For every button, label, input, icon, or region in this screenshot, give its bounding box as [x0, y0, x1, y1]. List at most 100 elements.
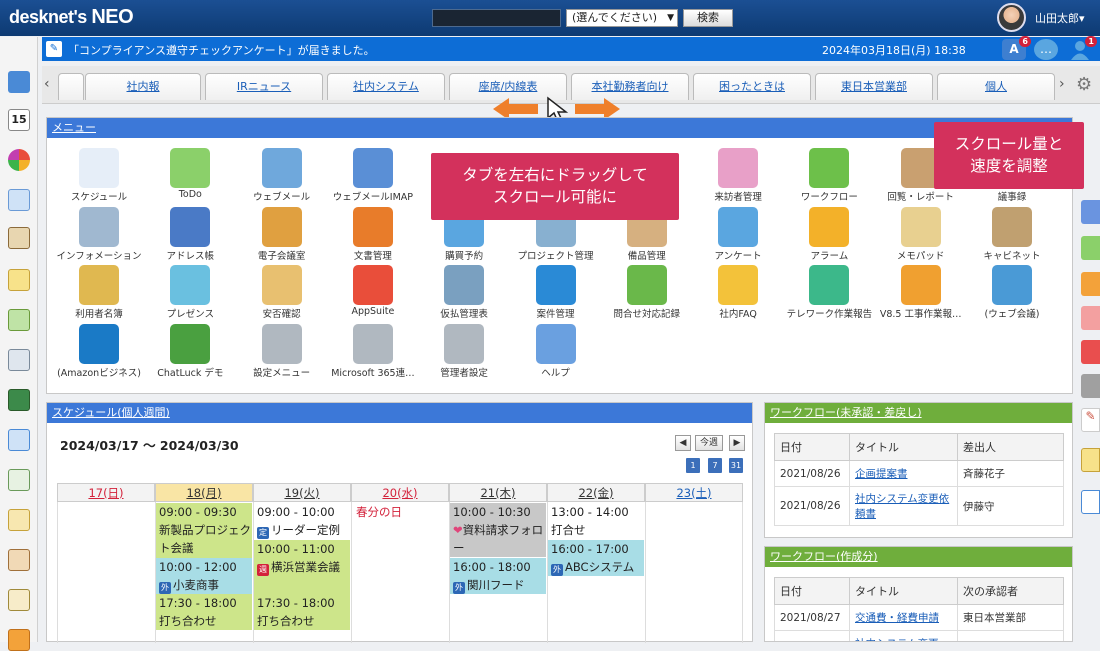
tab-ir-news[interactable]: IRニュース — [205, 73, 323, 100]
menu-item[interactable]: ヘルプ — [511, 323, 601, 380]
day-header-thu[interactable]: 21(木) — [449, 483, 547, 502]
memo-icon[interactable] — [8, 269, 30, 291]
tab-hq-staff[interactable]: 本社勤務者向け — [571, 73, 689, 100]
cabinet-icon[interactable] — [8, 549, 30, 571]
day-header-tue[interactable]: 19(火) — [253, 483, 351, 502]
menu-title[interactable]: メニュー — [47, 118, 1072, 138]
menu-item[interactable]: 仮払管理表 — [419, 265, 509, 321]
chat-icon[interactable]: … — [1034, 39, 1058, 60]
menu-item[interactable]: 文書管理 — [328, 206, 418, 263]
notepad-icon[interactable] — [8, 589, 30, 611]
schedule-event[interactable]: 17:30 - 18:00 打ち合わせ — [156, 594, 252, 630]
conference-icon[interactable] — [8, 469, 30, 491]
table-row[interactable]: 社内システム変更 — [774, 630, 1064, 641]
menu-item[interactable]: スケジュール — [54, 148, 144, 204]
appsuite-icon[interactable] — [8, 149, 30, 171]
schedule-event[interactable]: 16:00 - 18:00 外関川フード — [450, 558, 546, 594]
tab-company-news[interactable]: 社内報 — [85, 73, 201, 100]
table-row[interactable]: 2021/08/26 企画提案書 斉藤花子 — [774, 460, 1064, 487]
clipboard-icon[interactable] — [8, 227, 30, 249]
search-input[interactable] — [432, 9, 561, 27]
menu-item[interactable]: アンケート — [693, 206, 783, 263]
next-week-button[interactable]: ▶ — [729, 435, 745, 451]
calendar-icon[interactable]: 15 — [8, 109, 30, 131]
menu-item[interactable]: 案件管理 — [511, 265, 601, 321]
chevron-left-icon[interactable]: ‹ — [44, 76, 50, 92]
day-header-sun[interactable]: 17(日) — [57, 483, 155, 502]
menu-item[interactable]: インフォメーション — [54, 206, 144, 263]
documents-icon[interactable] — [8, 389, 30, 411]
day-header-mon[interactable]: 18(月) — [155, 483, 253, 502]
schedule-event[interactable]: 09:00 - 10:00 定リーダー定例 — [254, 503, 350, 539]
chevron-right-icon[interactable]: › — [1059, 76, 1065, 92]
schedule-event[interactable]: 17:30 - 18:00 打ち合わせ — [254, 594, 350, 630]
day-column[interactable] — [645, 502, 743, 643]
schedule-event[interactable]: 13:00 - 14:00 打合せ — [548, 503, 644, 539]
day-header-fri[interactable]: 22(金) — [547, 483, 645, 502]
day-header-wed[interactable]: 20(水) — [351, 483, 449, 502]
menu-item[interactable]: ToDo — [145, 148, 235, 204]
menu-item[interactable]: V8.5 工事作業報… — [876, 265, 966, 321]
pencil-icon[interactable]: ✎ — [1081, 408, 1100, 432]
day-header-sat[interactable]: 23(土) — [645, 483, 743, 502]
menu-item[interactable]: 来訪者管理 — [693, 148, 783, 204]
color-tag[interactable] — [1081, 200, 1100, 224]
menu-item[interactable]: ワークフロー — [784, 148, 874, 204]
menu-item[interactable]: 社内FAQ — [693, 265, 783, 321]
menu-item[interactable]: ウェブメールIMAP — [328, 148, 418, 204]
gear-icon[interactable]: ⚙ — [1076, 74, 1092, 95]
menu-item[interactable]: (Amazonビジネス) — [54, 323, 144, 380]
menu-item[interactable]: 管理者設定 — [419, 323, 509, 380]
workflow-created-title[interactable]: ワークフロー(作成分) — [765, 547, 1072, 567]
this-week-button[interactable]: 今週 — [695, 435, 723, 451]
week-view-icon[interactable]: 7 — [708, 458, 722, 473]
day-view-icon[interactable]: 1 — [686, 458, 700, 473]
menu-item[interactable]: プレゼンス — [145, 265, 235, 321]
table-row[interactable]: 2021/08/26 社内システム変更依頼書 伊藤守 — [774, 486, 1064, 526]
tab-internal-system[interactable]: 社内システム — [327, 73, 445, 100]
month-view-icon[interactable]: 31 — [729, 458, 743, 473]
person-icon[interactable]: 1 — [1068, 36, 1097, 60]
menu-item[interactable]: 利用者名簿 — [54, 265, 144, 321]
schedule-event[interactable]: 16:00 - 17:00 外 ABCシステム — [548, 540, 644, 576]
portal-icon[interactable] — [8, 71, 30, 93]
menu-item[interactable]: 安否確認 — [237, 265, 327, 321]
color-tag[interactable] — [1081, 306, 1100, 330]
schedule-event[interactable]: 10:00 - 12:00 外小麦商事 — [156, 558, 252, 594]
workflow-pending-title[interactable]: ワークフロー(未承認・差戻し) — [765, 403, 1072, 423]
tab-east-sales[interactable]: 東日本営業部 — [815, 73, 933, 100]
search-button[interactable]: 検索 — [683, 9, 733, 27]
translate-icon[interactable]: A6 — [1002, 36, 1031, 60]
day-column[interactable] — [57, 502, 155, 643]
menu-item[interactable]: メモパッド — [876, 206, 966, 263]
tab-personal[interactable]: 個人 — [937, 73, 1055, 100]
menu-item[interactable]: テレワーク作業報告 — [784, 265, 874, 321]
schedule-title[interactable]: スケジュール(個人週間) — [47, 403, 752, 423]
mail-icon[interactable] — [8, 429, 30, 451]
alert-icon[interactable] — [8, 629, 30, 651]
menu-item[interactable]: ウェブメール — [237, 148, 327, 204]
user-list-icon[interactable] — [8, 509, 30, 531]
menu-item[interactable]: キャビネット — [967, 206, 1057, 263]
color-tag[interactable] — [1081, 374, 1100, 398]
table-row[interactable]: 2021/08/27 交通費・経費申請 東日本営業部 — [774, 604, 1064, 631]
menu-item[interactable]: (ウェブ会議) — [967, 265, 1057, 321]
tab-partial[interactable] — [58, 73, 84, 100]
color-tag[interactable] — [1081, 236, 1100, 260]
menu-item[interactable]: Microsoft 365連… — [328, 323, 418, 380]
app-logo[interactable]: desknet's NEO — [9, 6, 134, 29]
menu-item[interactable]: 電子会議室 — [237, 206, 327, 263]
schedule-event[interactable]: 10:00 - 10:30 ❤資料請求フォロー — [450, 503, 546, 557]
tab-help[interactable]: 困ったときは — [693, 73, 811, 100]
user-menu[interactable]: 山田太郎▾ — [1035, 10, 1085, 26]
schedule-event[interactable]: 10:00 - 11:00 週横浜営業会議 — [254, 540, 350, 594]
menu-item[interactable]: 問合せ対応記録 — [602, 265, 692, 321]
color-tag[interactable] — [1081, 340, 1100, 364]
robot-icon[interactable] — [1081, 490, 1100, 514]
question-icon[interactable] — [1081, 448, 1100, 472]
workflow-icon[interactable] — [8, 309, 30, 331]
prev-week-button[interactable]: ◀ — [675, 435, 691, 451]
day-column[interactable] — [351, 502, 449, 643]
information-icon[interactable] — [8, 349, 30, 371]
menu-item[interactable]: アドレス帳 — [145, 206, 235, 263]
